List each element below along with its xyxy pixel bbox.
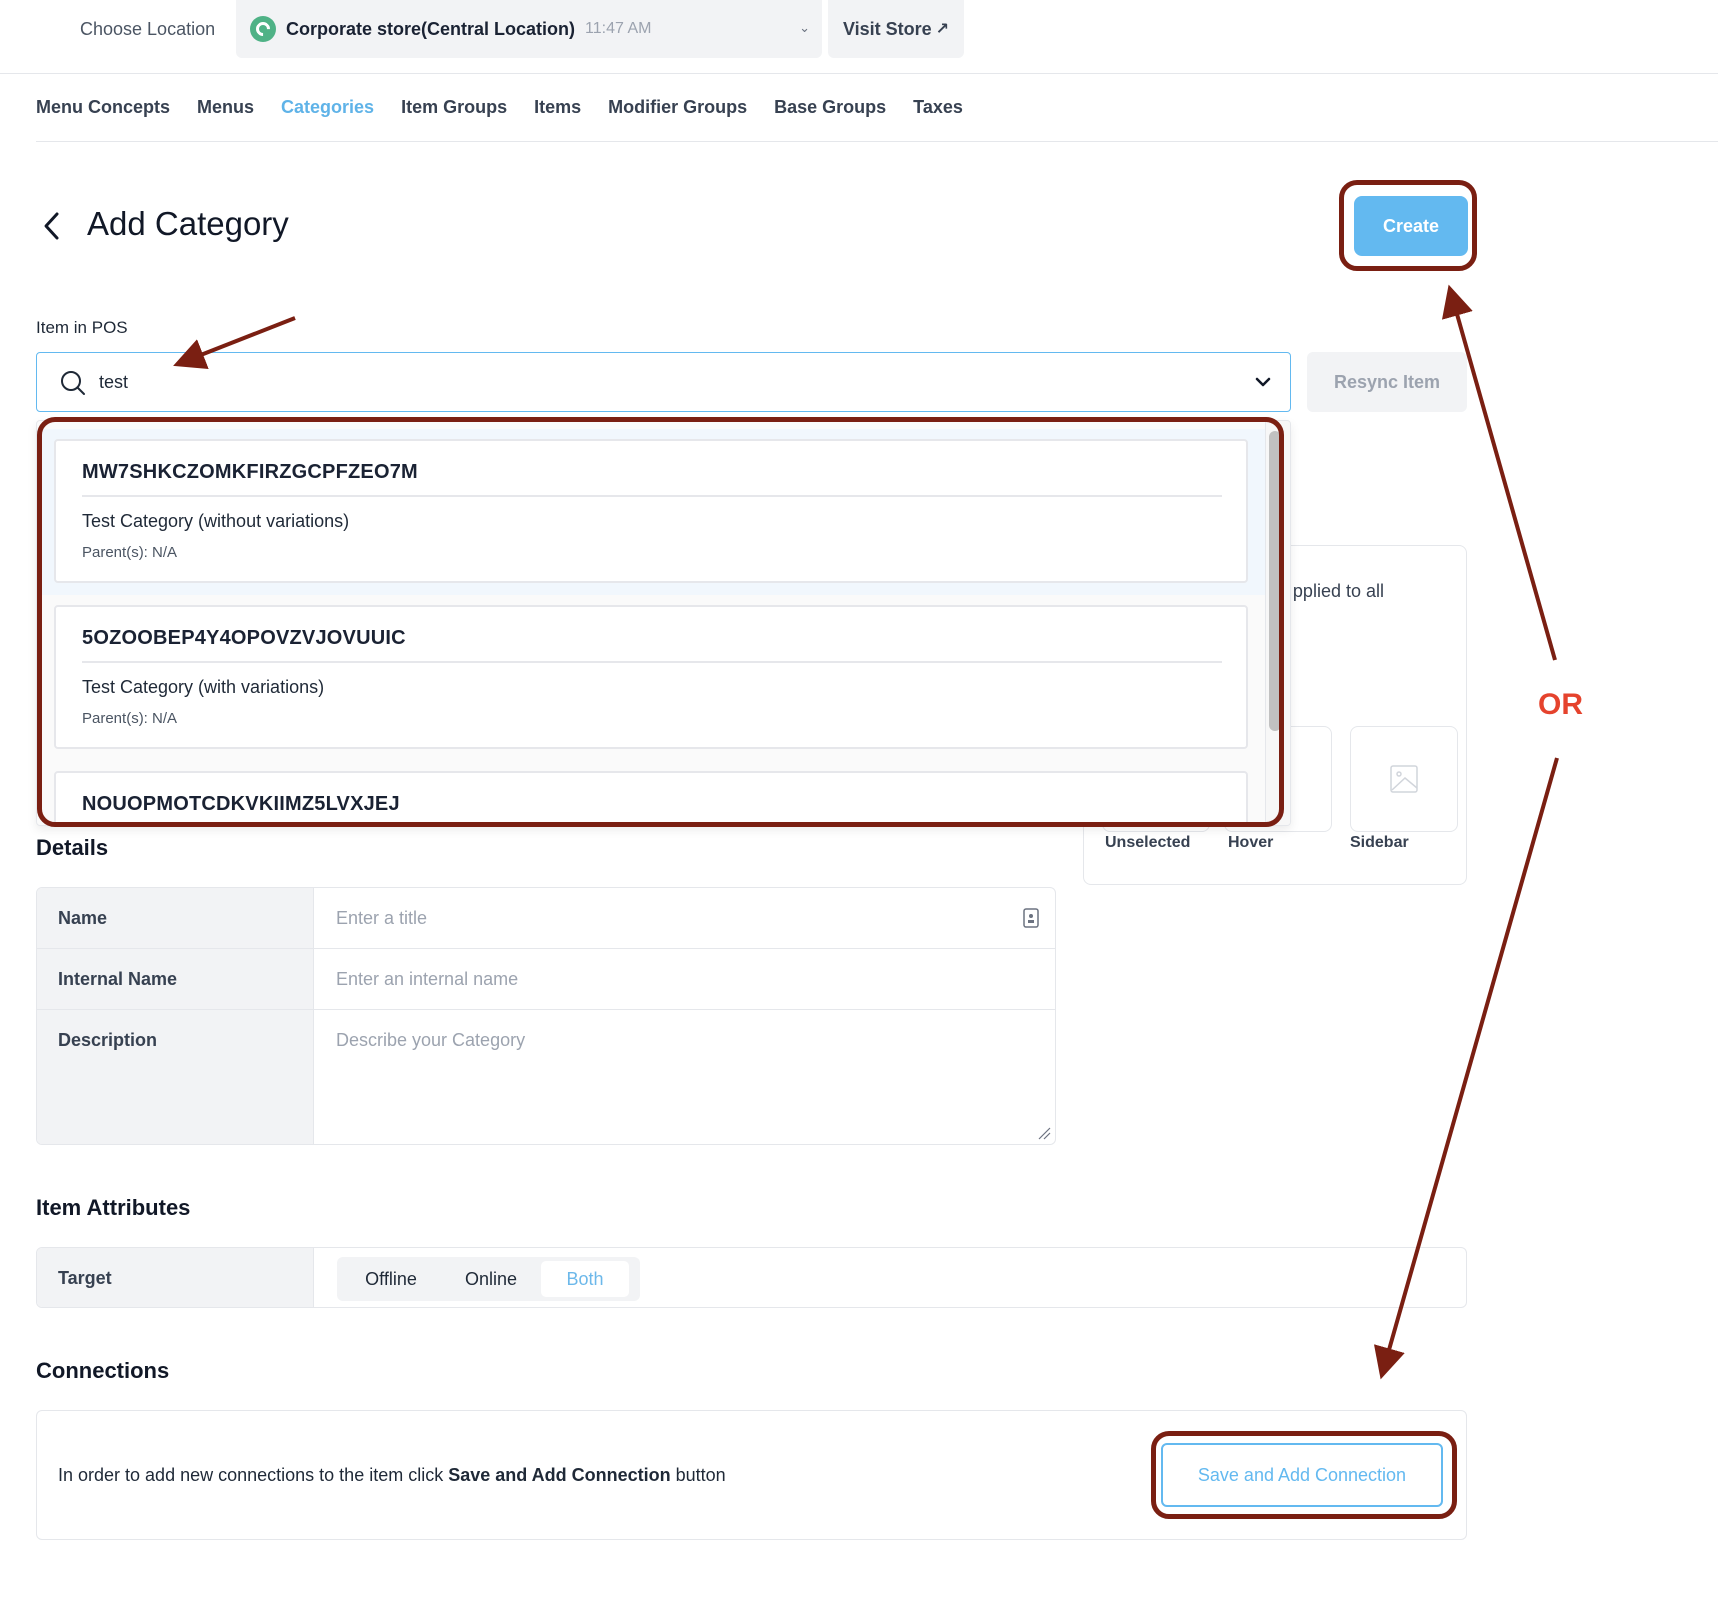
target-label: Target xyxy=(37,1248,314,1307)
location-name: Corporate store(Central Location) xyxy=(286,18,576,39)
tab-menu-concepts[interactable]: Menu Concepts xyxy=(36,97,170,118)
target-option-online[interactable]: Online xyxy=(441,1261,541,1297)
result-item[interactable]: 5OZOOBEP4Y4OPOVZVJOVUUIC Test Category (… xyxy=(37,595,1265,761)
image-label-hover: Hover xyxy=(1228,834,1274,851)
tab-categories[interactable]: Categories xyxy=(281,97,374,118)
image-tile-sidebar[interactable] xyxy=(1350,726,1458,832)
tab-base-groups[interactable]: Base Groups xyxy=(774,97,886,118)
arrow-to-create xyxy=(1441,284,1557,661)
result-item[interactable]: MW7SHKCZOMKFIRZGCPFZEO7M Test Category (… xyxy=(37,429,1265,595)
name-label: Name xyxy=(37,888,314,948)
back-chevron-icon[interactable] xyxy=(40,208,64,244)
tabs-divider xyxy=(36,141,1718,142)
info-text-after: button xyxy=(670,1465,726,1485)
store-logo-icon xyxy=(250,16,276,42)
description-row: Description Describe your Category xyxy=(37,1010,1055,1144)
annotation-or-label: OR xyxy=(1538,688,1583,721)
internal-name-input[interactable]: Enter an internal name xyxy=(314,949,1055,1009)
internal-name-row: Internal Name Enter an internal name xyxy=(37,949,1055,1010)
location-select[interactable]: Corporate store(Central Location) 11:47 … xyxy=(236,0,822,58)
result-card: NOUOPMOTCDKVKIIMZ5LVXJEJ xyxy=(54,771,1248,825)
target-option-both[interactable]: Both xyxy=(541,1261,629,1297)
details-form: Name Enter a title Internal Name Enter a… xyxy=(36,887,1056,1145)
result-code: NOUOPMOTCDKVKIIMZ5LVXJEJ xyxy=(82,793,400,815)
resize-handle-icon[interactable] xyxy=(1037,1126,1051,1140)
menu-tabs: Menu Concepts Menus Categories Item Grou… xyxy=(36,97,963,118)
location-time: 11:47 AM xyxy=(585,20,652,37)
details-heading: Details xyxy=(36,835,109,860)
description-label: Description xyxy=(37,1010,314,1144)
name-input[interactable]: Enter a title xyxy=(314,888,1055,948)
contact-card-icon[interactable] xyxy=(1023,908,1039,928)
target-row: Target Offline Online Both xyxy=(36,1247,1467,1308)
image-label-unselected: Unselected xyxy=(1105,834,1191,851)
result-name: Test Category (with variations) xyxy=(82,677,325,697)
tab-items[interactable]: Items xyxy=(534,97,581,118)
image-placeholder-icon xyxy=(1390,765,1418,793)
pos-search-input[interactable]: test xyxy=(36,352,1291,412)
description-textarea[interactable]: Describe your Category xyxy=(314,1010,1055,1144)
tab-item-groups[interactable]: Item Groups xyxy=(401,97,507,118)
target-segmented-control: Offline Online Both xyxy=(337,1257,640,1301)
visit-store-button[interactable]: Visit Store ↗ xyxy=(828,0,964,58)
chevron-down-icon[interactable] xyxy=(1254,373,1272,391)
external-link-icon: ↗ xyxy=(935,21,950,38)
result-code: MW7SHKCZOMKFIRZGCPFZEO7M xyxy=(82,461,418,483)
connections-heading: Connections xyxy=(36,1358,170,1383)
result-parents: Parent(s): N/A xyxy=(82,710,178,727)
result-card: 5OZOOBEP4Y4OPOVZVJOVUUIC Test Category (… xyxy=(54,605,1248,749)
result-card: MW7SHKCZOMKFIRZGCPFZEO7M Test Category (… xyxy=(54,439,1248,583)
tab-modifier-groups[interactable]: Modifier Groups xyxy=(608,97,747,118)
topbar-divider xyxy=(0,73,1718,74)
result-divider xyxy=(82,661,1222,663)
tab-menus[interactable]: Menus xyxy=(197,97,254,118)
internal-name-label: Internal Name xyxy=(37,949,314,1009)
result-name: Test Category (without variations) xyxy=(82,511,350,531)
page-title: Add Category xyxy=(87,205,289,242)
connections-info-text: In order to add new connections to the i… xyxy=(58,1465,726,1486)
chevron-down-icon: ⌄ xyxy=(799,20,810,35)
create-button[interactable]: Create xyxy=(1354,196,1468,256)
target-option-offline[interactable]: Offline xyxy=(341,1261,441,1297)
result-divider xyxy=(82,495,1222,497)
pos-results-dropdown: MW7SHKCZOMKFIRZGCPFZEO7M Test Category (… xyxy=(36,420,1291,826)
choose-location-label: Choose Location xyxy=(80,19,216,39)
resync-item-button[interactable]: Resync Item xyxy=(1307,352,1467,412)
result-item[interactable]: NOUOPMOTCDKVKIIMZ5LVXJEJ xyxy=(37,761,1265,825)
item-attributes-heading: Item Attributes xyxy=(36,1195,191,1220)
result-parents: Parent(s): N/A xyxy=(82,544,178,561)
info-text-bold: Save and Add Connection xyxy=(448,1465,671,1485)
tab-taxes[interactable]: Taxes xyxy=(913,97,963,118)
search-value: test xyxy=(99,372,129,392)
search-icon xyxy=(61,371,85,395)
result-code: 5OZOOBEP4Y4OPOVZVJOVUUIC xyxy=(82,627,406,649)
name-row: Name Enter a title xyxy=(37,888,1055,949)
image-label-sidebar: Sidebar xyxy=(1350,834,1409,851)
scrollbar-thumb[interactable] xyxy=(1269,431,1281,731)
visit-store-label: Visit Store xyxy=(842,18,932,39)
save-and-add-connection-button[interactable]: Save and Add Connection xyxy=(1161,1443,1443,1507)
info-text-before: In order to add new connections to the i… xyxy=(58,1465,449,1485)
item-in-pos-label: Item in POS xyxy=(36,318,128,337)
